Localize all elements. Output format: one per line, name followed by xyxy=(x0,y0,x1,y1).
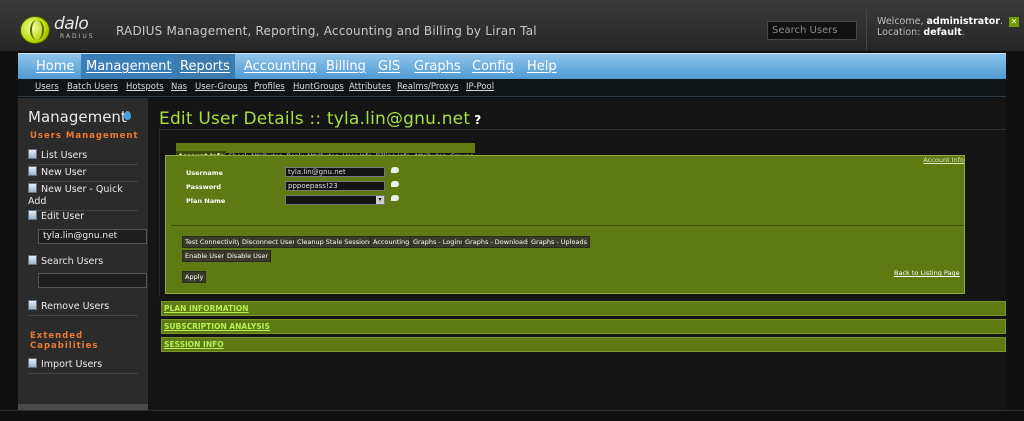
footer-divider xyxy=(0,410,1024,411)
disable-user-button[interactable]: Disable User xyxy=(224,250,271,262)
username-label: Username xyxy=(186,169,223,177)
new-user-icon xyxy=(28,166,37,176)
plan-name-label: Plan Name xyxy=(186,197,226,205)
chevron-down-icon: ▾ xyxy=(376,196,384,204)
sidebar-item-search-users[interactable]: Search Users xyxy=(28,255,138,270)
sidebar-title: Management xyxy=(28,108,127,126)
location-value: default xyxy=(923,27,962,38)
nav-tab-help[interactable]: Help xyxy=(522,54,562,79)
logo-text: dalo xyxy=(54,14,89,34)
search-users-input[interactable]: Search Users xyxy=(767,21,857,40)
sidebar-item-new-user[interactable]: New User xyxy=(28,166,138,182)
list-users-icon xyxy=(28,149,37,159)
password-label: Password xyxy=(186,183,222,191)
sidebar-item-edit-user[interactable]: Edit User xyxy=(28,210,138,225)
subnav-nas[interactable]: Nas xyxy=(171,82,187,92)
main-nav: Home Management Reports Accounting Billi… xyxy=(18,53,1006,79)
welcome-label: Welcome, xyxy=(877,16,924,27)
sidebar-item-list-users[interactable]: List Users xyxy=(28,149,138,165)
username-info-icon[interactable] xyxy=(391,167,399,173)
subnav-users[interactable]: Users xyxy=(35,82,59,92)
subnav-ip-pool[interactable]: IP-Pool xyxy=(466,82,494,92)
sidebar-item-new-user-quick-add[interactable]: New User - Quick Add xyxy=(28,183,138,211)
logo-subtext: RADIUS xyxy=(60,33,95,40)
nav-tab-config[interactable]: Config xyxy=(467,54,519,79)
droplet-icon xyxy=(124,111,131,120)
username-field[interactable]: tyla.lin@gnu.net xyxy=(285,167,385,177)
location-label: Location: xyxy=(877,27,921,38)
form-separator xyxy=(171,225,964,226)
subnav-huntgroups[interactable]: HuntGroups xyxy=(293,82,344,92)
sidebar-item-import-users[interactable]: Import Users xyxy=(28,358,138,374)
section-plan-information[interactable]: PLAN INFORMATION xyxy=(161,301,1006,316)
app-title: RADIUS Management, Reporting, Accounting… xyxy=(116,24,537,38)
nav-tab-accounting[interactable]: Accounting xyxy=(239,54,322,79)
plan-name-select[interactable]: ▾ xyxy=(285,195,385,205)
import-users-icon xyxy=(28,358,37,368)
graphs-logins-button[interactable]: Graphs - Logins xyxy=(410,236,467,248)
apply-button[interactable]: Apply xyxy=(182,271,207,283)
daloradius-logo[interactable]: dalo RADIUS xyxy=(20,14,98,46)
password-field[interactable]: pppoepass!23 xyxy=(285,181,385,191)
remove-users-icon xyxy=(28,300,37,310)
subnav-batch-users[interactable]: Batch Users xyxy=(67,82,118,92)
subnav-realms-proxys[interactable]: Realms/Proxys xyxy=(397,82,459,92)
edit-user-icon xyxy=(28,210,37,220)
account-info-link[interactable]: Account Info xyxy=(923,156,964,164)
nav-tab-home[interactable]: Home xyxy=(31,54,79,79)
nav-tab-billing[interactable]: Billing xyxy=(321,54,371,79)
cleanup-stale-sessions-button[interactable]: Cleanup Stale Sessions xyxy=(294,236,376,248)
graphs-downloads-button[interactable]: Graphs - Downloads xyxy=(462,236,534,248)
sidebar: Management Users Management List Users N… xyxy=(18,98,148,410)
accounting-button[interactable]: Accounting xyxy=(370,236,413,248)
nav-tab-management[interactable]: Management xyxy=(81,54,177,79)
top-header: dalo RADIUS RADIUS Management, Reporting… xyxy=(0,0,1024,52)
edit-tabs: Account InfoCheck AttributesReply Attrib… xyxy=(176,143,476,161)
enable-user-button[interactable]: Enable User xyxy=(182,250,228,262)
page-title: Edit User Details :: tyla.lin@gnu.net? xyxy=(159,109,482,129)
sub-nav: Users Batch Users Hotspots Nas User-Grou… xyxy=(18,79,1006,97)
subnav-attributes[interactable]: Attributes xyxy=(349,82,391,92)
nav-tab-reports[interactable]: Reports xyxy=(175,54,235,79)
section-session-info[interactable]: SESSION INFO xyxy=(161,337,1006,352)
logo-ball-icon xyxy=(20,16,50,44)
search-users-icon xyxy=(28,255,37,265)
disconnect-user-button[interactable]: Disconnect User xyxy=(239,236,298,248)
graphs-uploads-button[interactable]: Graphs - Uploads xyxy=(528,236,590,248)
nav-tab-graphs[interactable]: Graphs xyxy=(409,54,466,79)
subnav-profiles[interactable]: Profiles xyxy=(254,82,285,92)
subnav-user-groups[interactable]: User-Groups xyxy=(195,82,248,92)
back-to-listing-link[interactable]: Back to Listing Page xyxy=(894,269,960,277)
subnav-hotspots[interactable]: Hotspots xyxy=(126,82,164,92)
plan-info-icon[interactable] xyxy=(391,195,399,201)
logout-close-icon[interactable]: ✕ xyxy=(1009,17,1020,27)
search-users-sidebar-input[interactable] xyxy=(38,273,147,288)
sidebar-heading-users-management: Users Management xyxy=(30,131,139,141)
help-icon[interactable]: ? xyxy=(474,113,481,127)
section-subscription-analysis[interactable]: SUBSCRIPTION ANALYSIS xyxy=(161,319,1006,334)
welcome-block: Welcome, administrator. ✕ Location: defa… xyxy=(877,16,1020,38)
account-info-form: Account Info Username tyla.lin@gnu.net P… xyxy=(165,155,965,294)
password-info-icon[interactable] xyxy=(391,181,399,187)
main-content: Edit User Details :: tyla.lin@gnu.net? A… xyxy=(148,98,1006,410)
edit-user-panel: Account InfoCheck AttributesReply Attrib… xyxy=(159,129,1006,297)
welcome-username: administrator xyxy=(926,16,1000,27)
test-connectivity-button[interactable]: Test Connectivity xyxy=(182,236,244,248)
edit-user-input[interactable]: tyla.lin@gnu.net xyxy=(38,229,147,244)
sidebar-heading-extended-capabilities: Extended Capabilities xyxy=(30,331,99,351)
nav-tab-gis[interactable]: GIS xyxy=(373,54,405,79)
quick-add-icon xyxy=(28,183,37,193)
header-divider xyxy=(866,10,867,50)
sidebar-item-remove-users[interactable]: Remove Users xyxy=(28,300,138,316)
